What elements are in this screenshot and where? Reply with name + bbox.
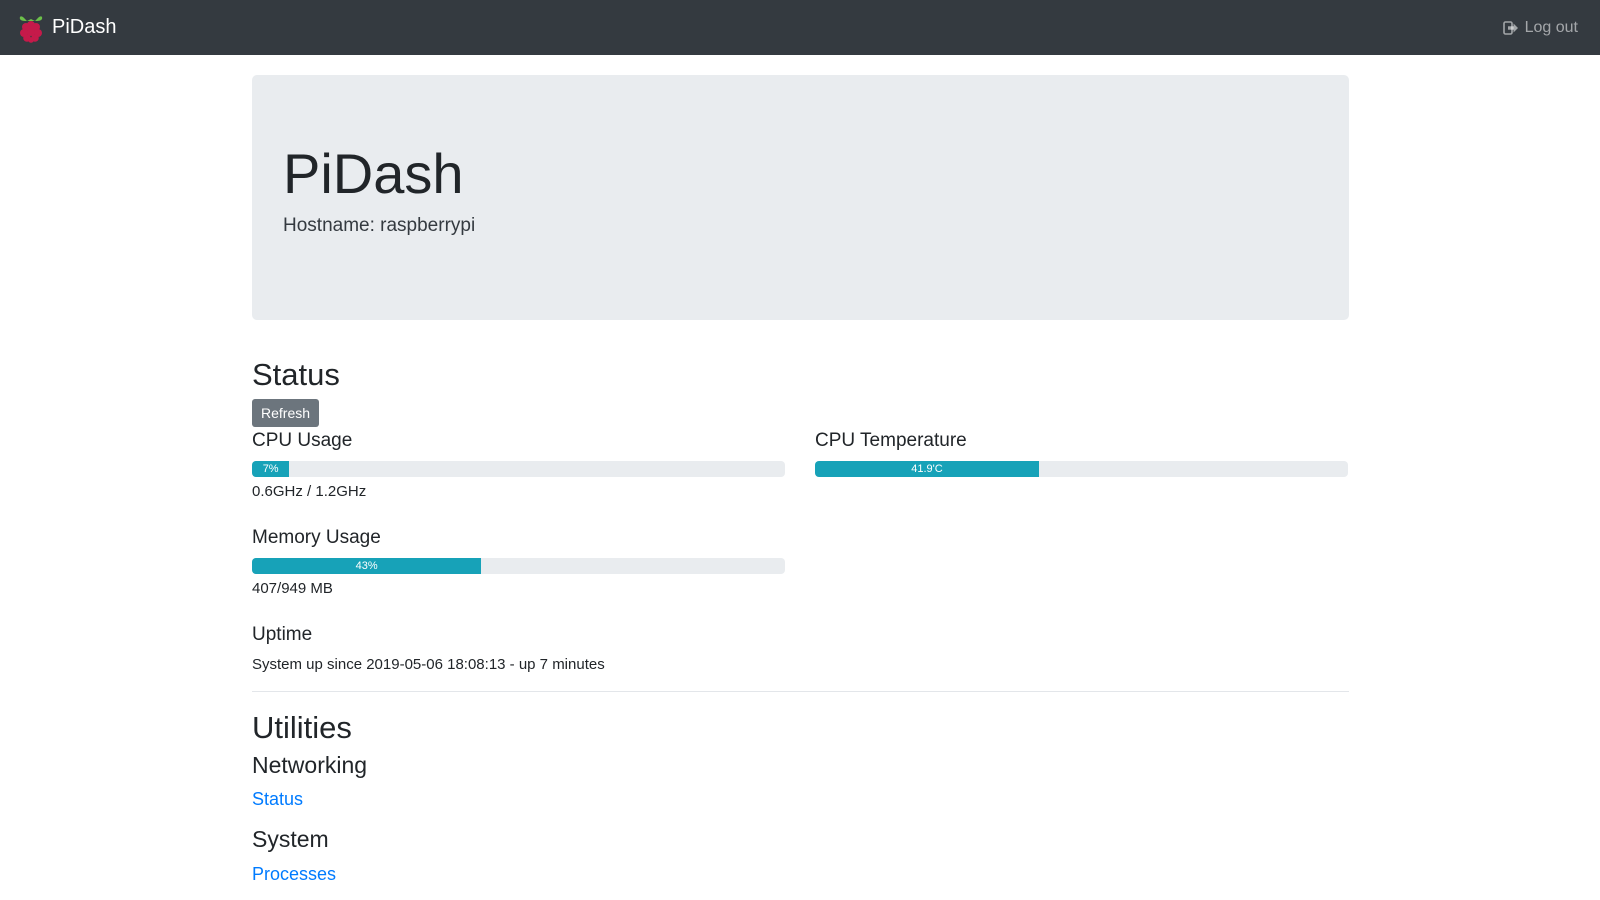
jumbotron: PiDash Hostname: raspberrypi: [252, 75, 1349, 320]
section-divider: [252, 690, 1349, 692]
logout-link[interactable]: Log out: [1502, 18, 1578, 37]
cpu-temperature-progress: 41.9'C: [815, 460, 1348, 477]
memory-usage-panel: Memory Usage 43% 407/949 MB: [252, 527, 785, 597]
status-row: CPU Usage 7% 0.6GHz / 1.2GHz CPU Tempera…: [252, 430, 1349, 500]
uptime-text: System up since 2019-05-06 18:08:13 - up…: [252, 655, 605, 673]
cpu-frequency-text: 0.6GHz / 1.2GHz: [252, 482, 367, 500]
memory-usage-bar: 43%: [252, 557, 482, 574]
memory-usage-label: Memory Usage: [252, 526, 381, 548]
cpu-usage-panel: CPU Usage 7% 0.6GHz / 1.2GHz: [252, 430, 785, 500]
networking-status-link[interactable]: Status: [252, 789, 1349, 810]
page-title: PiDash: [283, 142, 464, 205]
sign-out-icon: [1502, 20, 1518, 35]
logout-label: Log out: [1524, 18, 1578, 36]
cpu-temperature-bar: 41.9'C: [815, 460, 1039, 477]
raspberry-logo-icon: [19, 15, 43, 43]
system-heading: System: [252, 826, 329, 853]
utilities-heading: Utilities: [252, 709, 352, 745]
cpu-temperature-label: CPU Temperature: [815, 430, 967, 452]
brand-name: PiDash: [52, 16, 117, 38]
status-heading: Status: [252, 357, 340, 392]
system-processes-link[interactable]: Processes: [252, 864, 1349, 885]
main-container: PiDash Hostname: raspberrypi Status Refr…: [252, 75, 1349, 885]
brand[interactable]: PiDash: [18, 13, 116, 43]
cpu-usage-label: CPU Usage: [252, 430, 353, 452]
networking-heading: Networking: [252, 751, 368, 778]
uptime-panel: Uptime System up since 2019-05-06 18:08:…: [252, 624, 1349, 673]
cpu-usage-bar: 7%: [252, 460, 290, 477]
navbar: PiDash Log out: [0, 0, 1600, 55]
cpu-temperature-panel: CPU Temperature 41.9'C: [815, 430, 1348, 500]
memory-row: Memory Usage 43% 407/949 MB: [252, 527, 1349, 597]
uptime-label: Uptime: [252, 623, 313, 645]
memory-usage-progress: 43%: [252, 557, 785, 574]
cpu-usage-progress: 7%: [252, 460, 785, 477]
hostname-text: Hostname: raspberrypi: [283, 214, 476, 236]
refresh-button[interactable]: Refresh: [252, 399, 320, 428]
memory-amount-text: 407/949 MB: [252, 579, 333, 597]
